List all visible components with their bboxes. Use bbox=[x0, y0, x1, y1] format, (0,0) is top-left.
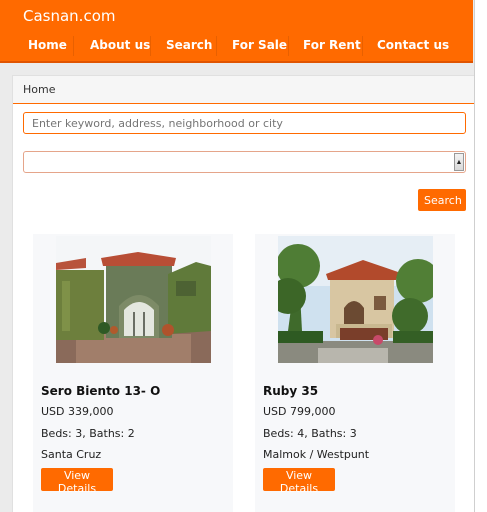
listing-price: USD 339,000 bbox=[41, 405, 114, 418]
view-details-button[interactable]: View Details bbox=[263, 468, 335, 495]
nav-for-rent[interactable]: For Rent bbox=[303, 38, 361, 52]
listing-title[interactable]: Ruby 35 bbox=[263, 384, 318, 398]
search-button[interactable]: Search bbox=[418, 189, 466, 211]
breadcrumb-home[interactable]: Home bbox=[23, 83, 55, 96]
content-panel: Home ▲ Search bbox=[12, 75, 476, 512]
property-type-select[interactable]: ▲ bbox=[23, 151, 466, 173]
scrollbar-track[interactable] bbox=[474, 0, 487, 512]
nav-divider bbox=[288, 36, 289, 56]
listing-location: Santa Cruz bbox=[41, 448, 102, 461]
main-nav: Home About us Search For Sale For Rent C… bbox=[0, 32, 473, 59]
nav-divider bbox=[216, 36, 217, 56]
nav-divider bbox=[73, 36, 74, 56]
site-header: Casnan.com Home About us Search For Sale… bbox=[0, 0, 473, 63]
page: Casnan.com Home About us Search For Sale… bbox=[0, 0, 487, 512]
nav-divider bbox=[150, 36, 151, 56]
breadcrumb: Home bbox=[13, 76, 475, 104]
nav-home[interactable]: Home bbox=[28, 38, 67, 52]
search-input[interactable] bbox=[23, 112, 466, 134]
nav-for-sale[interactable]: For Sale bbox=[232, 38, 287, 52]
view-details-button[interactable]: View Details bbox=[41, 468, 113, 495]
dropdown-arrow-icon[interactable]: ▲ bbox=[454, 153, 464, 171]
nav-contact-us[interactable]: Contact us bbox=[377, 38, 449, 52]
listing-title[interactable]: Sero Biento 13- O bbox=[41, 384, 160, 398]
listing-photo-house[interactable] bbox=[56, 236, 211, 363]
listing-rooms: Beds: 3, Baths: 2 bbox=[41, 427, 135, 440]
site-logo[interactable]: Casnan.com bbox=[23, 7, 116, 25]
listing-rooms: Beds: 4, Baths: 3 bbox=[263, 427, 357, 440]
nav-search[interactable]: Search bbox=[166, 38, 212, 52]
nav-divider bbox=[362, 36, 363, 56]
listing-location: Malmok / Westpunt bbox=[263, 448, 370, 461]
listing-photo-house[interactable] bbox=[278, 236, 433, 363]
listing-price: USD 799,000 bbox=[263, 405, 336, 418]
listing-card: Sero Biento 13- O USD 339,000 Beds: 3, B… bbox=[33, 234, 233, 512]
nav-about-us[interactable]: About us bbox=[90, 38, 150, 52]
listing-card: Ruby 35 USD 799,000 Beds: 4, Baths: 3 Ma… bbox=[255, 234, 455, 512]
